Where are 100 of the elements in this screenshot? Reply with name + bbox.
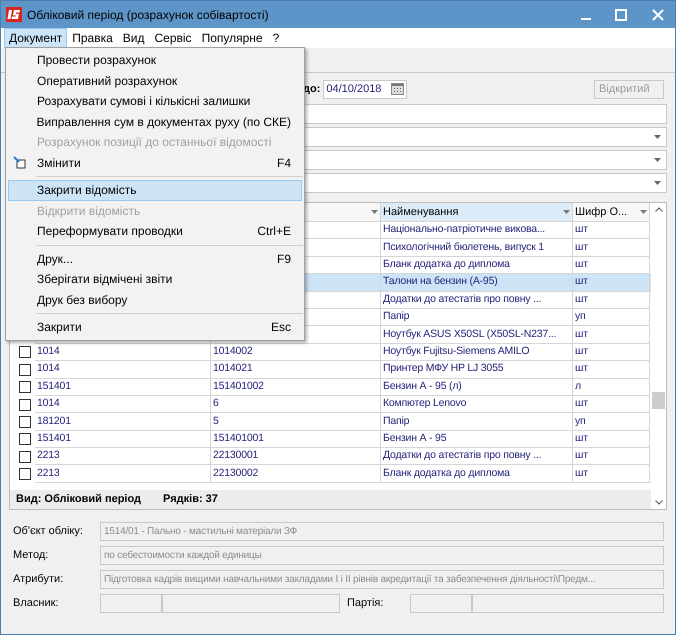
table-row[interactable]: 151401 151401002 Бензин А - 95 (л) л (15, 378, 651, 396)
table-cell: шт (573, 274, 650, 292)
table-cell: шт (573, 222, 650, 240)
dropdown-arrow-icon (654, 158, 661, 162)
field-label: Власник: (12, 596, 60, 612)
window-title: Обліковий період (розрахунок собівартості) (27, 6, 269, 24)
table-cell: 5 (211, 413, 381, 431)
table-cell: шт (573, 465, 650, 483)
table-cell: 22130001 (211, 448, 381, 466)
table-cell: Талони на бензин (А-95) (381, 274, 573, 292)
sort-arrow-icon (563, 210, 570, 214)
table-row[interactable]: 2213 22130002 Бланк додатка до диплома шт (15, 465, 651, 483)
row-count: Рядків: 37 (163, 492, 218, 508)
table-cell: Додатки до атестатів про повну ... (381, 292, 573, 309)
table-cell: Бензин А - 95 (381, 430, 573, 448)
table-cell: 1014 (35, 361, 211, 379)
readonly-field (410, 594, 472, 613)
table-row[interactable]: 181201 5 Папір уп (15, 413, 651, 431)
scroll-thumb[interactable] (652, 392, 665, 409)
calendar-icon[interactable] (391, 83, 404, 95)
table-cell: 151401 (35, 430, 211, 448)
table-cell: Ноутбук Fujitsu-Siemens AMILO (381, 344, 573, 362)
menu-bar-item[interactable]: Правка (67, 28, 118, 48)
dropdown-arrow-icon (654, 181, 661, 185)
table-cell: шт (573, 239, 650, 257)
readonly-field (100, 594, 162, 613)
menu-bar-item[interactable]: Документ (4, 28, 68, 48)
table-cell: шт (573, 344, 650, 362)
table-row[interactable]: 1014 6 Компютер Lenovo шт (15, 396, 651, 414)
table-cell: шт (573, 430, 650, 448)
menu-item[interactable]: Друк... F9 (8, 248, 302, 269)
menu-item[interactable]: Закрити Esc (8, 317, 302, 338)
scroll-down-icon[interactable] (654, 500, 662, 505)
menu-item[interactable]: Друк без вибору (8, 290, 302, 310)
field-label: Метод: (12, 548, 50, 564)
table-cell: 181201 (35, 413, 211, 431)
table-cell: 2213 (35, 448, 211, 466)
status-field: Відкритий (594, 80, 664, 98)
table-cell: Компютер Lenovo (381, 396, 573, 414)
table-cell: 22130002 (211, 465, 381, 483)
field-label: Партія: (347, 596, 384, 612)
dropdown-arrow-icon (654, 135, 661, 139)
table-cell: 1014 (35, 396, 211, 414)
table-cell: уп (573, 413, 650, 431)
table-cell: Папір (381, 413, 573, 431)
column-header[interactable]: Найменування (381, 203, 573, 222)
checkbox[interactable] (19, 416, 31, 428)
table-cell: уп (573, 308, 650, 326)
checkbox[interactable] (19, 468, 31, 480)
column-header[interactable]: Шифр О... (573, 203, 650, 222)
table-cell: Папір (381, 308, 573, 326)
table-cell: 1014 (35, 344, 211, 362)
table-cell: шт (573, 396, 650, 414)
table-row[interactable]: 151401 151401001 Бензин А - 95 шт (15, 430, 651, 448)
table-row[interactable]: 2213 22130001 Додатки до атестатів про повну ... шт (15, 448, 651, 466)
checkbox[interactable] (19, 364, 31, 376)
field-label: Атрибути: (12, 572, 64, 588)
app-logo-icon (6, 7, 22, 22)
table-cell: 151401001 (211, 430, 381, 448)
checkbox[interactable] (19, 450, 31, 463)
table-cell: Бланк додатка до диплома (381, 465, 573, 483)
checkbox[interactable] (19, 398, 31, 411)
readonly-field: по себестоимости каждой единицы (100, 546, 664, 565)
checkbox[interactable] (19, 433, 31, 446)
table-cell: 151401 (35, 378, 211, 396)
table-cell: Додатки до атестатів про повну ... (381, 448, 573, 466)
table-cell: 2213 (35, 465, 211, 483)
menu-item[interactable]: Оперативний розрахунок (8, 70, 302, 91)
maximize-icon[interactable] (615, 8, 627, 20)
table-row[interactable]: 1014 1014021 Принтер МФУ HP LJ 3055 шт (15, 361, 651, 379)
table-cell: 1014002 (211, 344, 381, 362)
menu-item[interactable]: Виправлення сум в документах руху (по СКЕ) (8, 112, 302, 132)
date-field[interactable]: 04/10/2018 (323, 80, 408, 98)
close-icon[interactable] (652, 8, 664, 20)
readonly-field: Підготовка кадрів вищими навчальними закладами I і II рівнів акредитації та забезпечення діяльності\Предм... (100, 570, 664, 589)
menu-item[interactable]: Змінити F4 (8, 152, 302, 173)
menu-item[interactable]: Розрахувати сумові і кількісні залишки (8, 91, 302, 112)
table-cell: Принтер МФУ HP LJ 3055 (381, 361, 573, 379)
table-cell: 6 (211, 396, 381, 414)
table-cell: шт (573, 361, 650, 379)
table-cell: Національно-патріотичне викова... (381, 222, 573, 240)
table-row[interactable]: 1014 1014002 Ноутбук Fujitsu-Siemens AMILO шт (15, 344, 651, 362)
table-cell: шт (573, 292, 650, 309)
table-cell: Бензин А - 95 (л) (381, 378, 573, 396)
menu-item[interactable]: Переформувати проводки Ctrl+E (8, 221, 302, 242)
checkbox[interactable] (19, 381, 31, 394)
sort-arrow-icon (640, 210, 647, 214)
readonly-field: 1514/01 - Пально - мастильні матеріали ЗФ (100, 522, 664, 541)
sort-arrow-icon (371, 210, 378, 214)
menu-bar-item[interactable]: Популярне (196, 28, 268, 48)
menu-item[interactable]: Закрити відомість (8, 180, 302, 200)
checkbox[interactable] (19, 346, 31, 358)
table-cell: 151401002 (211, 378, 381, 396)
menu-item[interactable]: Провести розрахунок (8, 50, 302, 70)
menu-bar-item[interactable]: ? (268, 28, 284, 48)
menu-bar-item[interactable]: Сервіс (150, 28, 197, 48)
menu-bar-item[interactable]: Вид (118, 28, 150, 48)
table-cell: шт (573, 448, 650, 466)
scroll-up-icon[interactable] (654, 207, 662, 212)
table-cell: л (573, 378, 650, 396)
